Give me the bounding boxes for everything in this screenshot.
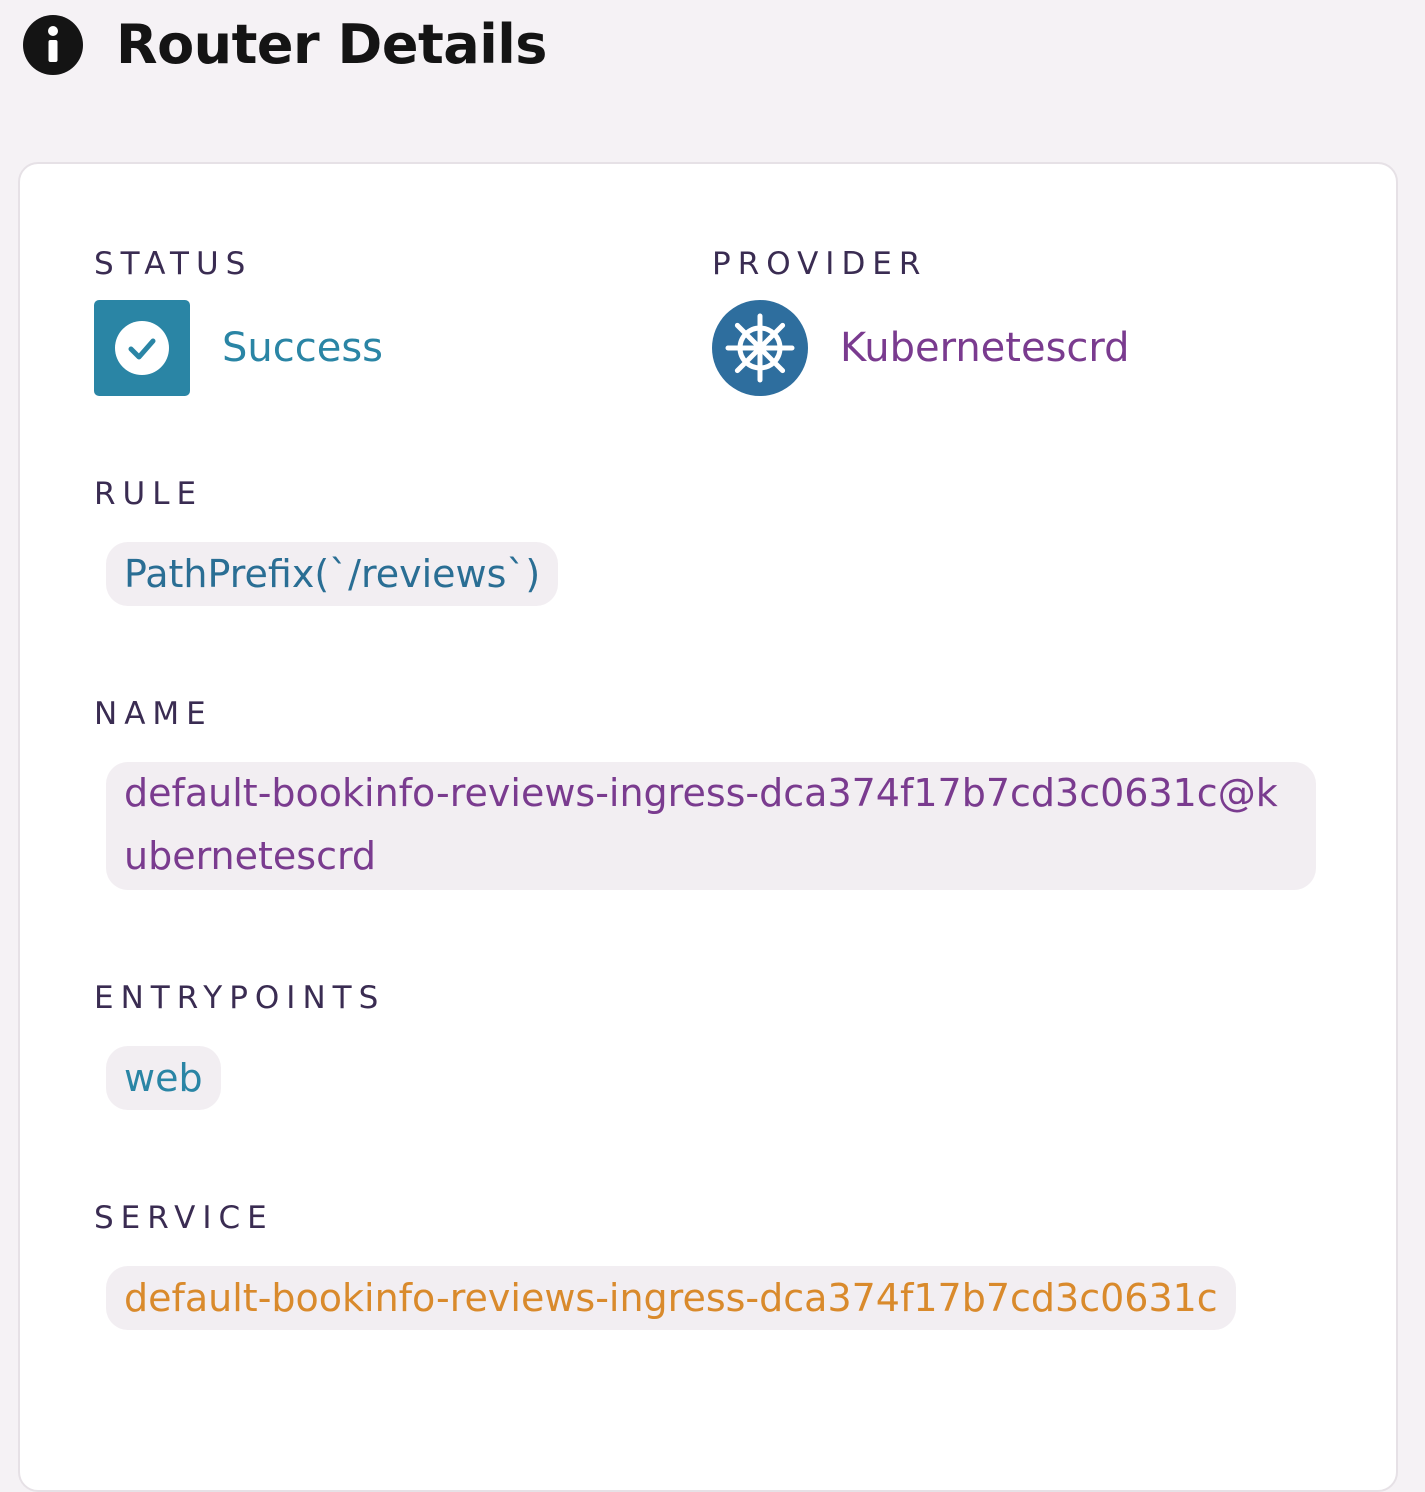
check-circle-icon [94, 300, 190, 396]
service-chip[interactable]: default-bookinfo-reviews-ingress-dca374f… [106, 1266, 1236, 1330]
service-label: SERVICE [94, 1200, 274, 1236]
status-value: Success [94, 300, 383, 396]
provider-value: Kubernetescrd [712, 300, 1130, 396]
rule-label: RULE [94, 476, 204, 512]
provider-text: Kubernetescrd [840, 325, 1130, 371]
entrypoints-label: ENTRYPOINTS [94, 980, 386, 1016]
info-icon [23, 15, 83, 75]
kubernetes-icon [712, 300, 808, 396]
page-title: Router Details [116, 13, 547, 76]
status-label: STATUS [94, 246, 253, 282]
rule-chip: PathPrefix(`/reviews`) [106, 542, 559, 606]
page-header: Router Details [22, 14, 547, 76]
provider-label: PROVIDER [712, 246, 928, 282]
router-details-card: STATUS Success PROVIDER Kubernetescrd RU… [18, 162, 1398, 1492]
name-chip: default-bookinfo-reviews-ingress-dca374f… [106, 762, 1316, 890]
status-text: Success [222, 325, 384, 371]
name-label: NAME [94, 696, 213, 732]
entrypoint-chip: web [106, 1046, 221, 1110]
